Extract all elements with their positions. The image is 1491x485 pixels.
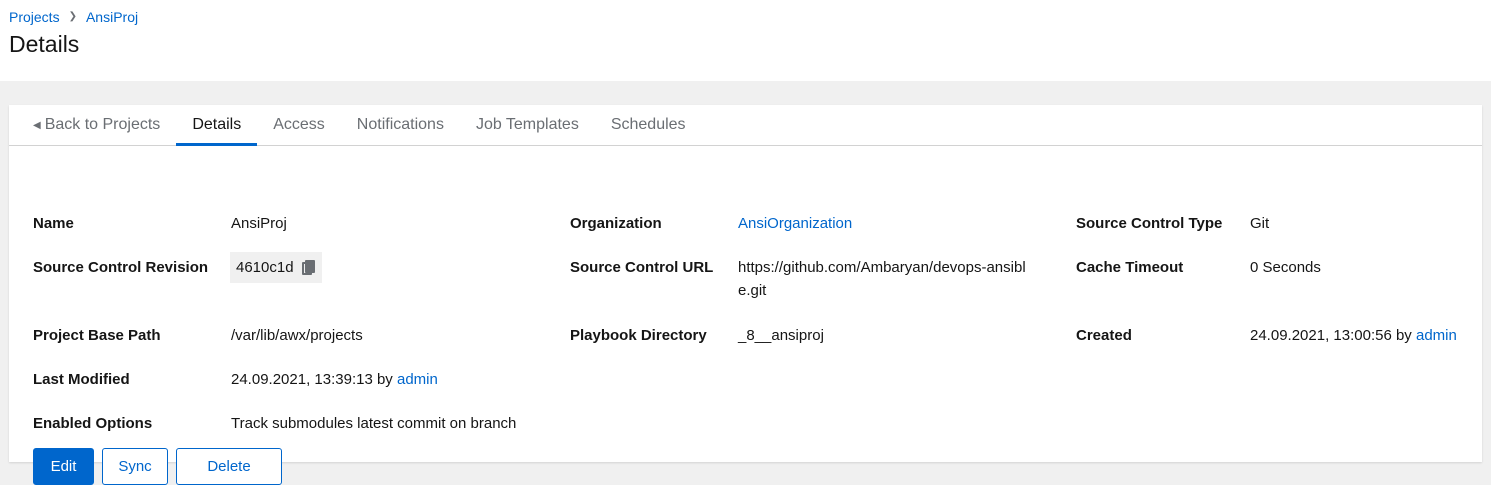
cache-timeout-value: 0 Seconds <box>1250 259 1321 276</box>
tab-job-templates[interactable]: Job Templates <box>460 105 595 145</box>
last-modified-label: Last Modified <box>33 371 130 388</box>
detail-list: Name AnsiProj Organization AnsiOrganizat… <box>9 146 1482 485</box>
action-buttons: Edit Sync Delete <box>33 448 282 485</box>
scm-revision-label: Source Control Revision <box>33 259 209 276</box>
page-title: Details <box>9 31 80 57</box>
organization-label: Organization <box>570 215 662 232</box>
organization-value: AnsiOrganization <box>738 212 852 235</box>
base-path-value: /var/lib/awx/projects <box>231 327 363 344</box>
tab-label: Details <box>192 116 242 133</box>
scm-revision-chip: 4610c1d <box>230 252 322 283</box>
tab-access[interactable]: Access <box>257 105 341 145</box>
tab-details[interactable]: Details <box>176 105 258 146</box>
details-card: ◀ Back to Projects Details Access Notifi… <box>9 105 1482 485</box>
created-label: Created <box>1076 327 1132 344</box>
cache-timeout-label: Cache Timeout <box>1076 259 1184 276</box>
breadcrumb-project-link[interactable]: AnsiProj <box>86 9 138 25</box>
chevron-right-icon: ❯ <box>68 11 77 22</box>
scm-revision-value: 4610c1d <box>236 259 294 276</box>
last-modified-value: 24.09.2021, 13:39:13 by admin <box>231 368 438 391</box>
breadcrumb: Projects ❯ AnsiProj <box>9 8 1482 25</box>
scm-url-value: https://github.com/Ambaryan/devops-ansib… <box>738 256 1026 302</box>
last-modified-by: by <box>376 371 393 388</box>
tab-notifications[interactable]: Notifications <box>341 105 460 145</box>
tab-label: Notifications <box>356 116 444 133</box>
scm-url-line-1: https://github.com/Ambaryan/devops-ansib… <box>738 259 1026 276</box>
page-header: Projects ❯ AnsiProj Details <box>0 0 1491 81</box>
sync-button[interactable]: Sync <box>102 448 168 485</box>
tab-label: Back to Projects <box>44 116 161 133</box>
created-date: 24.09.2021, 13:00:56 <box>1250 327 1392 344</box>
breadcrumb-projects-link[interactable]: Projects <box>9 9 60 25</box>
tab-back-to-projects[interactable]: ◀ Back to Projects <box>17 105 176 145</box>
name-label: Name <box>33 215 74 232</box>
last-modified-user-link[interactable]: admin <box>397 371 438 388</box>
last-modified-date: 24.09.2021, 13:39:13 <box>231 371 373 388</box>
created-user-link[interactable]: admin <box>1416 327 1457 344</box>
scm-type-value: Git <box>1250 215 1270 232</box>
name-value: AnsiProj <box>231 215 287 232</box>
tab-bar: ◀ Back to Projects Details Access Notifi… <box>9 105 1482 146</box>
scm-url-label: Source Control URL <box>570 259 714 276</box>
playbook-dir-label: Playbook Directory <box>570 327 707 344</box>
enabled-options-label: Enabled Options <box>33 415 153 432</box>
organization-link[interactable]: AnsiOrganization <box>738 215 852 232</box>
enabled-options-value: Track submodules latest commit on branch <box>231 415 517 432</box>
delete-button[interactable]: Delete <box>176 448 282 485</box>
tab-schedules[interactable]: Schedules <box>595 105 702 145</box>
base-path-label: Project Base Path <box>33 327 161 344</box>
created-by: by <box>1395 327 1412 344</box>
copy-icon[interactable] <box>301 260 315 275</box>
playbook-dir-value: _8__ansiproj <box>738 327 824 344</box>
edit-button[interactable]: Edit <box>33 448 94 485</box>
scm-url-line-2: e.git <box>738 282 767 299</box>
caret-left-icon: ◀ <box>33 119 41 131</box>
tab-label: Job Templates <box>475 116 579 133</box>
created-value: 24.09.2021, 13:00:56 by admin <box>1250 324 1457 347</box>
tab-label: Schedules <box>610 116 686 133</box>
scm-type-label: Source Control Type <box>1076 215 1223 232</box>
tab-label: Access <box>273 116 325 133</box>
